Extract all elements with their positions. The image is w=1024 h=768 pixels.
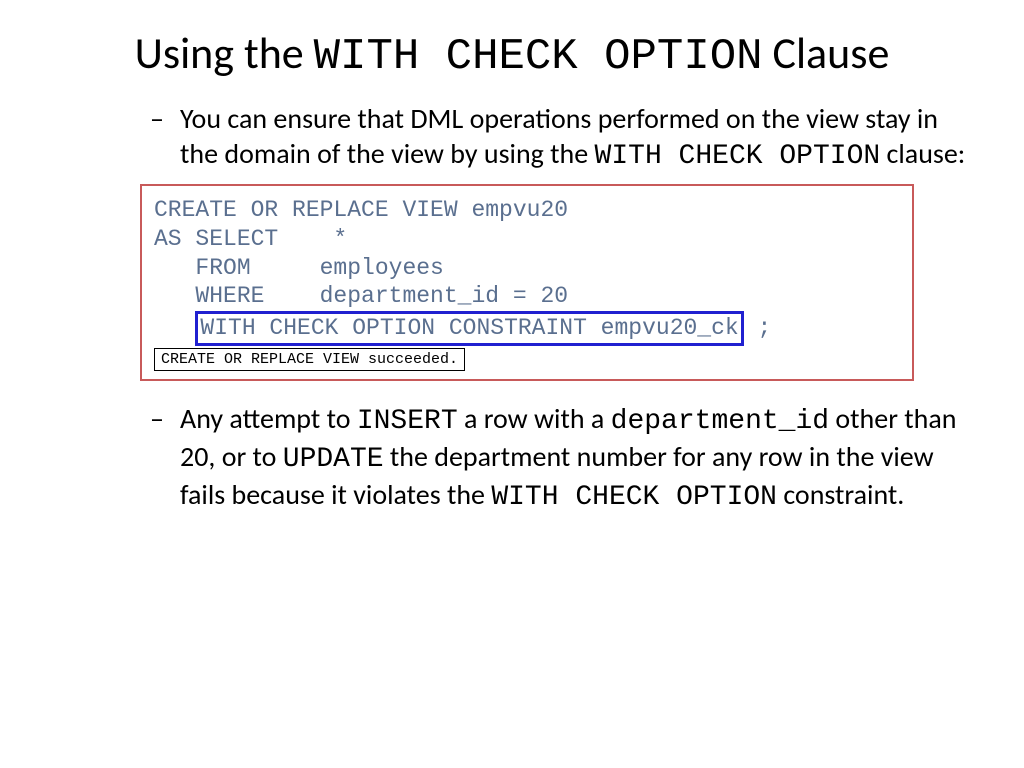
code5-suffix: ; [744, 315, 772, 341]
code5-prefix [154, 315, 195, 341]
bullet1-text2: clause: [880, 136, 965, 171]
code-line-3: FROM employees [154, 254, 900, 283]
title-prefix: Using the [135, 26, 314, 80]
bullet2-code3: UPDATE [283, 444, 384, 475]
bullet2-code4: WITH CHECK OPTION [491, 482, 777, 513]
code-line-4: WHERE department_id = 20 [154, 282, 900, 311]
bullet-list-bottom: Any attempt to INSERT a row with a depar… [50, 401, 974, 515]
slide-title: Using the WITH CHECK OPTION Clause [50, 25, 974, 86]
bullet2-code2: department_id [611, 406, 829, 437]
bullet2-text5: constraint. [777, 477, 904, 512]
code-box: CREATE OR REPLACE VIEW empvu20 AS SELECT… [140, 184, 914, 381]
bullet-item-1: You can ensure that DML operations perfo… [150, 101, 974, 174]
bullet2-code1: INSERT [357, 406, 458, 437]
title-code: WITH CHECK OPTION [314, 32, 763, 82]
bullet2-text2: a row with a [458, 401, 611, 436]
title-suffix: Clause [763, 26, 890, 80]
bullet2-text1: Any attempt to [180, 401, 357, 436]
code-line-2: AS SELECT * [154, 225, 900, 254]
code-line-5: WITH CHECK OPTION CONSTRAINT empvu20_ck … [154, 311, 900, 346]
code-line-1: CREATE OR REPLACE VIEW empvu20 [154, 196, 900, 225]
bullet-item-2: Any attempt to INSERT a row with a depar… [150, 401, 974, 515]
code-highlight: WITH CHECK OPTION CONSTRAINT empvu20_ck [195, 311, 743, 346]
status-message: CREATE OR REPLACE VIEW succeeded. [154, 348, 465, 371]
bullet1-code1: WITH CHECK OPTION [595, 141, 881, 172]
bullet-list-top: You can ensure that DML operations perfo… [50, 101, 974, 174]
